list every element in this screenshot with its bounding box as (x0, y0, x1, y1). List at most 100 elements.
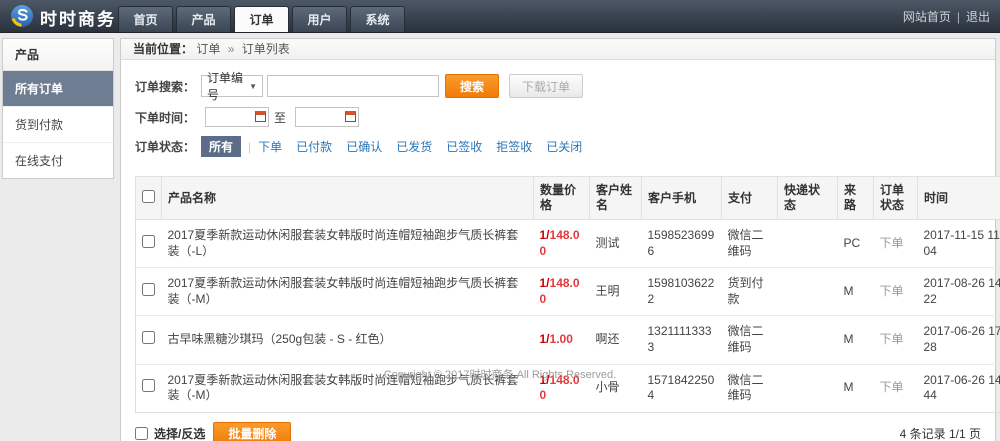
cell-product: 古早味黑糖沙琪玛（250g包装 - S - 红色） (162, 316, 534, 364)
table-row: 古早味黑糖沙琪玛（250g包装 - S - 红色） 1/1.00 啊还 1321… (136, 316, 1000, 364)
header-order-status: 订单状态 (874, 177, 918, 220)
site-home-link[interactable]: 网站首页 (903, 8, 951, 25)
download-orders-button[interactable]: 下载订单 (509, 74, 583, 98)
status-filter-confirmed[interactable]: 已确认 (346, 138, 382, 155)
order-time-label: 下单时间： (135, 109, 195, 126)
nav-tab-home[interactable]: 首页 (118, 6, 173, 32)
table-header-row: 产品名称 数量价格 客户姓名 客户手机 支付 快递状态 来路 订单状态 时间 操… (136, 177, 1000, 220)
status-filter-all[interactable]: 所有 (201, 136, 241, 157)
select-all-label: 选择/反选 (154, 425, 205, 441)
search-button[interactable]: 搜索 (445, 74, 499, 98)
cell-time: 2017-06-26 17:53:28 (918, 316, 1000, 364)
cell-time: 2017-08-26 14:43:22 (918, 268, 1000, 316)
sidebar: 产品 所有订单 货到付款 在线支付 (2, 38, 114, 179)
search-label: 订单搜索： (135, 78, 195, 95)
qty-value: 1/ (540, 332, 550, 346)
header-customer-phone: 客户手机 (642, 177, 722, 220)
row-checkbox[interactable] (142, 331, 155, 344)
cell-customer-phone: 15985236996 (642, 220, 722, 268)
cell-payment: 微信二维码 (722, 220, 778, 268)
chevron-down-icon: ▼ (249, 82, 257, 91)
nav-tab-system[interactable]: 系统 (350, 6, 405, 32)
cell-qty-price: 1/1.00 (534, 316, 590, 364)
status-filter-closed[interactable]: 已关闭 (546, 138, 582, 155)
copyright-text: Copyright © 2017时时商务 All Rights Reserved… (0, 366, 1000, 382)
nav-tab-products[interactable]: 产品 (176, 6, 231, 32)
table-footer: 选择/反选 批量删除 4 条记录 1/1 页 (121, 413, 995, 441)
header-customer-name: 客户姓名 (590, 177, 642, 220)
qty-value: 1/ (540, 276, 550, 290)
price-value: 1.00 (550, 332, 573, 346)
order-status-label: 订单状态： (135, 138, 195, 155)
cell-customer-phone: 15981036222 (642, 268, 722, 316)
date-from-wrap (205, 107, 269, 127)
logo-text: 时时商务 (40, 5, 116, 30)
date-to-text: 至 (274, 109, 286, 126)
status-filter-received[interactable]: 已签收 (446, 138, 482, 155)
qty-value: 1/ (540, 228, 550, 242)
status-row: 订单状态： 所有 | 下单 已付款 已确认 已发货 已签收 拒签收 已关闭 (135, 136, 981, 157)
nav-tab-users[interactable]: 用户 (292, 6, 347, 32)
order-search-type-select[interactable]: 订单编号 ▼ (201, 75, 263, 97)
date-to-wrap (295, 107, 359, 127)
logout-link[interactable]: 退出 (966, 8, 990, 25)
cell-product: 2017夏季新款运动休闲服套装女韩版时尚连帽短袖跑步气质长裤套装（-M） (162, 268, 534, 316)
cell-order-status: 下单 (874, 220, 918, 268)
sidebar-header: 产品 (3, 39, 113, 71)
cell-time: 2017-11-15 11:33:04 (918, 220, 1000, 268)
order-search-input[interactable] (267, 75, 439, 97)
calendar-icon[interactable] (255, 111, 266, 122)
filter-area: 订单搜索： 订单编号 ▼ 搜索 下载订单 下单时间： 至 订单状态： 所有 (121, 60, 995, 172)
breadcrumb-page: 订单列表 (242, 42, 290, 56)
cell-shipping-status (778, 268, 838, 316)
cell-customer-name: 王明 (590, 268, 642, 316)
topbar: 时时商务 首页 产品 订单 用户 系统 网站首页 | 退出 (0, 0, 1000, 33)
select-all-checkbox[interactable] (142, 190, 155, 203)
cell-shipping-status (778, 316, 838, 364)
search-row: 订单搜索： 订单编号 ▼ 搜索 下载订单 (135, 74, 981, 98)
table-row: 2017夏季新款运动休闲服套装女韩版时尚连帽短袖跑步气质长裤套装（-L） 1/1… (136, 220, 1000, 268)
cell-customer-phone: 13211113333 (642, 316, 722, 364)
cell-source: PC (838, 220, 874, 268)
cell-source: M (838, 316, 874, 364)
cell-qty-price: 1/148.00 (534, 268, 590, 316)
record-summary: 4 条记录 1/1 页 (900, 425, 981, 441)
status-filter-placed[interactable]: 下单 (258, 138, 282, 155)
batch-actions: 选择/反选 批量删除 (135, 422, 291, 441)
status-filter-shipped[interactable]: 已发货 (396, 138, 432, 155)
sidebar-item-all-orders[interactable]: 所有订单 (3, 71, 113, 107)
cell-payment: 微信二维码 (722, 316, 778, 364)
status-filter-paid[interactable]: 已付款 (296, 138, 332, 155)
topbar-divider: | (957, 10, 960, 24)
header-qty-price: 数量价格 (534, 177, 590, 220)
breadcrumb: 当前位置： 订单 » 订单列表 (121, 39, 995, 60)
topbar-links: 网站首页 | 退出 (903, 0, 990, 33)
header-product: 产品名称 (162, 177, 534, 220)
breadcrumb-prefix: 当前位置： (133, 42, 193, 56)
cell-product: 2017夏季新款运动休闲服套装女韩版时尚连帽短袖跑步气质长裤套装（-L） (162, 220, 534, 268)
header-time: 时间 (918, 177, 1000, 220)
cell-order-status: 下单 (874, 316, 918, 364)
row-checkbox[interactable] (142, 235, 155, 248)
calendar-icon[interactable] (345, 111, 356, 122)
sidebar-item-cod[interactable]: 货到付款 (3, 107, 113, 143)
status-divider: | (248, 140, 251, 154)
logo-icon (10, 4, 34, 31)
toggle-select-checkbox[interactable] (135, 427, 148, 440)
cell-customer-name: 啊还 (590, 316, 642, 364)
cell-shipping-status (778, 220, 838, 268)
sidebar-item-online-pay[interactable]: 在线支付 (3, 143, 113, 178)
cell-qty-price: 1/148.00 (534, 220, 590, 268)
table-row: 2017夏季新款运动休闲服套装女韩版时尚连帽短袖跑步气质长裤套装（-M） 1/1… (136, 268, 1000, 316)
batch-delete-button[interactable]: 批量删除 (213, 422, 291, 441)
nav-tab-orders[interactable]: 订单 (234, 6, 289, 32)
row-checkbox[interactable] (142, 283, 155, 296)
breadcrumb-section: 订单 (196, 42, 220, 56)
header-source: 来路 (838, 177, 874, 220)
status-filter-rejected[interactable]: 拒签收 (496, 138, 532, 155)
main-nav: 首页 产品 订单 用户 系统 (118, 6, 405, 32)
date-row: 下单时间： 至 (135, 107, 981, 127)
logo[interactable]: 时时商务 (10, 4, 116, 31)
cell-source: M (838, 268, 874, 316)
cell-order-status: 下单 (874, 268, 918, 316)
